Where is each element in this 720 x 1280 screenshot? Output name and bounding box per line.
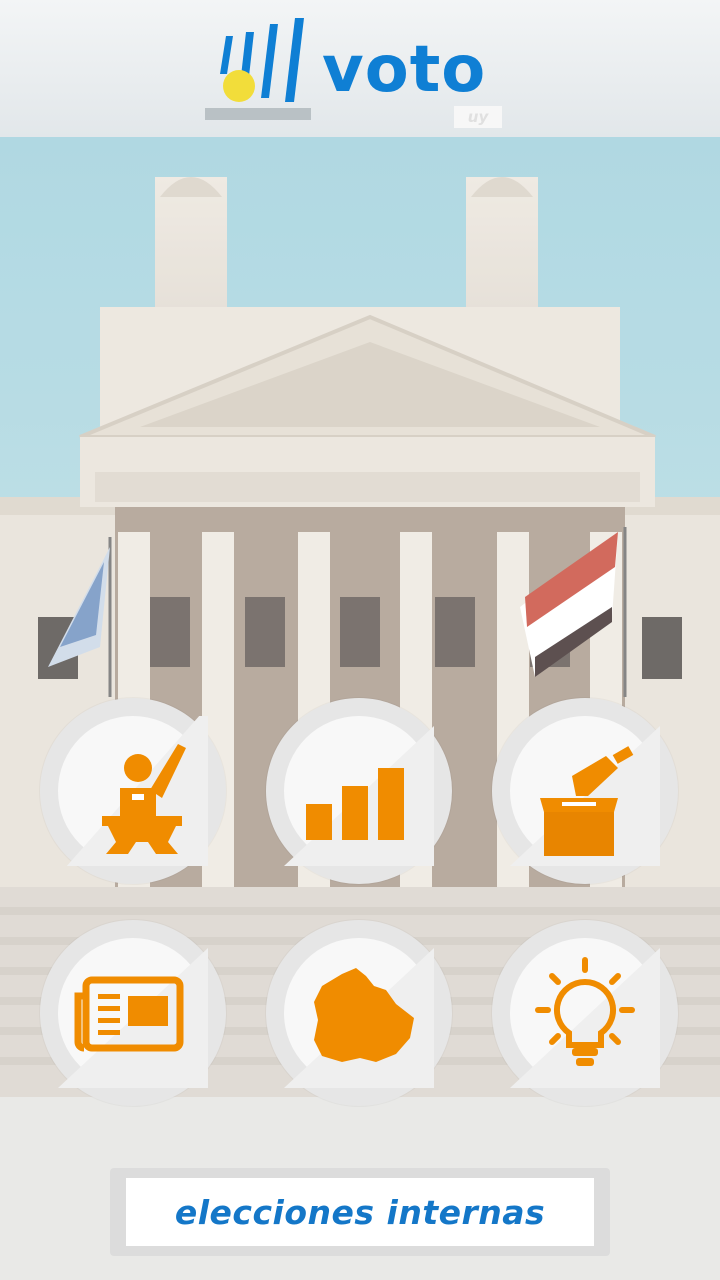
menu-results-button[interactable] <box>266 698 452 884</box>
app-title: voto <box>322 33 487 107</box>
ballot-box-icon <box>510 726 660 866</box>
candidate-podium-icon <box>58 716 208 866</box>
elecciones-internas-button[interactable]: elecciones internas <box>110 1168 610 1256</box>
app-subtitle: uy <box>454 106 502 128</box>
app-header: voto uy <box>0 0 720 137</box>
banner-panel: elecciones internas <box>126 1178 594 1246</box>
lightbulb-icon <box>510 948 660 1088</box>
menu-map-button[interactable] <box>266 920 452 1106</box>
banner-label: elecciones internas <box>174 1192 546 1232</box>
menu-candidates-button[interactable] <box>40 698 226 884</box>
newspaper-icon <box>58 948 208 1088</box>
uruguay-map-icon <box>284 948 434 1088</box>
bar-chart-icon <box>284 726 434 866</box>
menu-news-button[interactable] <box>40 920 226 1106</box>
menu-vote-button[interactable] <box>492 698 678 884</box>
menu-info-button[interactable] <box>492 920 678 1106</box>
